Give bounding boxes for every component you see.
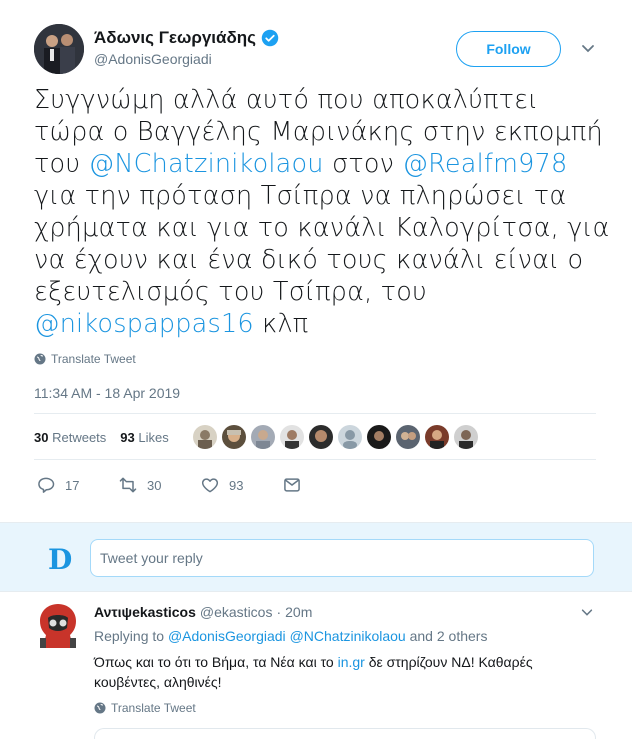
mention-link[interactable]: @nikospappas16 (34, 309, 254, 339)
reply-author[interactable]: Αντιψekasticos @ekasticos · 20m (94, 604, 312, 620)
likes-count: 93 (120, 430, 135, 445)
tweet-actions: 17 30 93 (36, 475, 364, 495)
like-button[interactable]: 93 (200, 475, 282, 495)
liker-avatar[interactable] (367, 425, 391, 449)
retweet-button[interactable]: 30 (118, 475, 200, 495)
liker-avatars (193, 425, 478, 449)
translate-tweet-link[interactable]: Translate Tweet (94, 701, 196, 715)
mention-link[interactable]: @AdonisGeorgiadi (168, 628, 286, 644)
author-name[interactable]: Άδωνις Γεωργιάδης (94, 28, 279, 48)
user-avatar[interactable]: D (48, 543, 72, 576)
retweet-count: 30 (147, 477, 162, 493)
translate-label[interactable]: Translate Tweet (111, 701, 196, 715)
tweet-timestamp[interactable]: 11:34 AM - 18 Apr 2019 (34, 385, 180, 401)
dot-separator: · (276, 604, 282, 620)
translate-tweet-link[interactable]: Translate Tweet (34, 352, 136, 366)
globe-icon (94, 702, 106, 714)
likes-stat[interactable]: 93 Likes (120, 430, 168, 445)
author-handle[interactable]: @AdonisGeorgiadi (94, 51, 212, 67)
embedded-card[interactable] (94, 728, 596, 739)
replying-prefix: Replying to (94, 628, 165, 644)
author-name-text[interactable]: Άδωνις Γεωργιάδης (94, 28, 256, 48)
liker-avatar[interactable] (454, 425, 478, 449)
mention-link[interactable]: @NChatzinikolaou (89, 149, 324, 179)
tweet-text-segment: κλπ (253, 309, 309, 339)
liker-avatar[interactable] (338, 425, 362, 449)
reply-count: 17 (65, 477, 80, 493)
replying-suffix[interactable]: and 2 others (410, 628, 488, 644)
like-count: 93 (229, 477, 244, 493)
replying-to: Replying to @AdonisGeorgiadi @NChatzinik… (94, 628, 487, 644)
divider (34, 459, 596, 460)
liker-avatar[interactable] (280, 425, 304, 449)
url-link[interactable]: in.gr (338, 654, 365, 670)
retweets-stat[interactable]: 30 Retweets (34, 430, 106, 445)
liker-avatar[interactable] (251, 425, 275, 449)
likes-label: Likes (138, 430, 169, 445)
reply-button[interactable]: 17 (36, 475, 118, 495)
like-icon (201, 478, 219, 493)
reply-author-handle[interactable]: @ekasticos (200, 604, 273, 620)
tweet-stats: 30 Retweets 93 Likes (34, 430, 169, 445)
mention-link[interactable]: @NChatzinikolaou (290, 628, 406, 644)
verified-badge-icon (261, 29, 279, 47)
liker-avatar[interactable] (425, 425, 449, 449)
tweet-text: Συγγνώμη αλλά αυτό που αποκαλύπτει τώρα … (34, 84, 614, 340)
direct-message-button[interactable] (282, 475, 364, 495)
message-icon (284, 478, 300, 492)
liker-avatar[interactable] (309, 425, 333, 449)
liker-avatar[interactable] (193, 425, 217, 449)
mention-link[interactable]: @Realfm978 (402, 149, 567, 179)
reply-input[interactable]: Tweet your reply (90, 539, 594, 577)
liker-avatar[interactable] (396, 425, 420, 449)
translate-label[interactable]: Translate Tweet (51, 352, 136, 366)
follow-button[interactable]: Follow (456, 31, 561, 67)
reply-author-avatar[interactable] (34, 600, 82, 652)
chevron-down-icon[interactable] (580, 40, 596, 56)
globe-icon (34, 353, 46, 365)
reply-icon (38, 477, 55, 493)
liker-avatar[interactable] (222, 425, 246, 449)
divider (34, 413, 596, 414)
tweet-text-segment: για την πρόταση Τσίπρα να πληρώσει τα χρ… (34, 181, 610, 307)
reply-text: Όπως και το ότι το Βήμα, τα Νέα και το i… (94, 652, 594, 692)
reply-text-segment: Όπως και το ότι το Βήμα, τα Νέα και το (94, 654, 338, 670)
reply-time[interactable]: 20m (285, 604, 312, 620)
tweet-text-segment: στον (323, 149, 403, 179)
retweet-icon (119, 477, 137, 493)
chevron-down-icon[interactable] (580, 605, 594, 619)
retweets-label: Retweets (52, 430, 107, 445)
author-avatar[interactable] (34, 24, 84, 74)
reply-placeholder: Tweet your reply (100, 550, 203, 566)
reply-author-name[interactable]: Αντιψekasticos (94, 604, 196, 620)
retweets-count: 30 (34, 430, 49, 445)
